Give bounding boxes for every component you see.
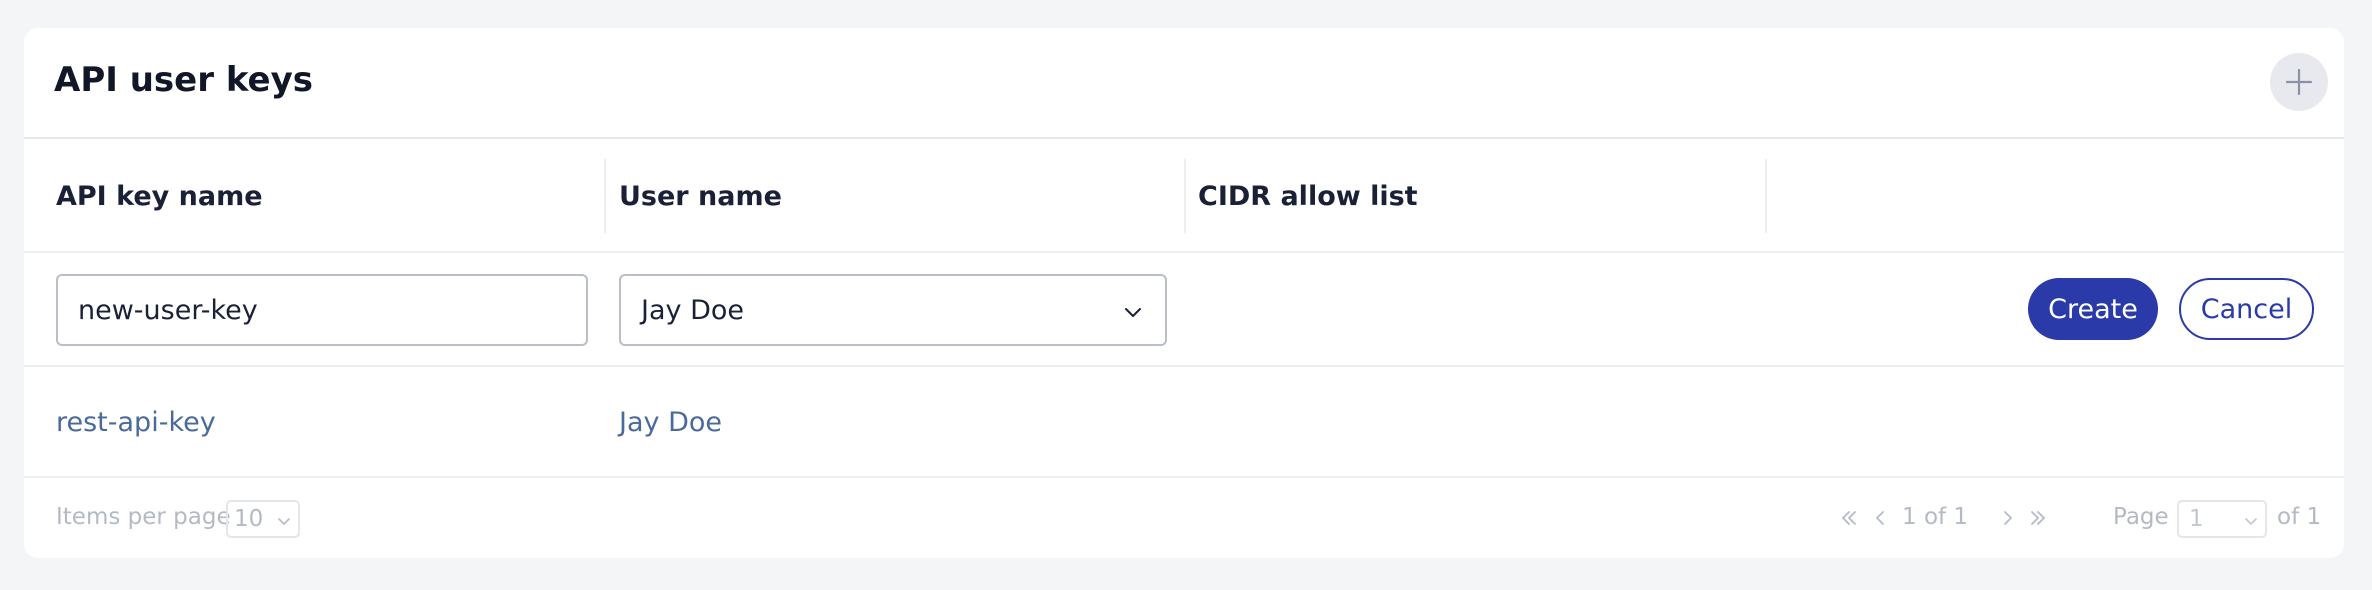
last-page-icon[interactable] [2027,507,2049,529]
plus-icon [2285,68,2313,96]
chevron-down-icon [278,518,290,526]
column-header-api-key-name[interactable]: API key name [56,139,263,253]
column-divider [604,159,606,233]
items-per-page-label: Items per page [56,504,231,530]
page-select[interactable]: 1 [2177,500,2267,538]
card-header: API user keys [24,28,2344,139]
column-divider [1184,159,1186,233]
api-key-name-input[interactable] [56,274,588,346]
pagination-footer: Items per page 10 1 of 1 Page 1 of 1 [24,478,2344,558]
user-name-select-value: Jay Doe [641,294,744,326]
new-key-row: Jay Doe Create Cancel [24,253,2344,367]
user-name-cell[interactable]: Jay Doe [619,367,722,478]
page-total: of 1 [2277,504,2322,530]
card-title: API user keys [54,60,313,100]
add-key-button[interactable] [2270,53,2328,111]
api-key-name-cell[interactable]: rest-api-key [56,367,216,478]
column-divider [1765,159,1767,233]
page-range-text: 1 of 1 [1902,504,1969,530]
table-row[interactable]: rest-api-key Jay Doe [24,367,2344,478]
chevron-down-icon [1125,308,1141,317]
api-user-keys-card: API user keys API key name User name CID… [24,28,2344,558]
first-page-icon[interactable] [1838,507,1860,529]
cancel-button[interactable]: Cancel [2179,278,2314,340]
chevron-down-icon [2245,518,2257,526]
column-header-user-name[interactable]: User name [619,139,782,253]
previous-page-icon[interactable] [1869,507,1891,529]
items-per-page-value: 10 [234,506,264,532]
table-header: API key name User name CIDR allow list [24,139,2344,253]
next-page-icon[interactable] [1997,507,2019,529]
page-label: Page [2113,504,2169,530]
items-per-page-select[interactable]: 10 [226,500,300,538]
page-select-value: 1 [2189,506,2204,532]
user-name-select[interactable]: Jay Doe [619,274,1167,346]
create-button[interactable]: Create [2028,278,2158,340]
column-header-cidr-allow-list[interactable]: CIDR allow list [1198,139,1418,253]
